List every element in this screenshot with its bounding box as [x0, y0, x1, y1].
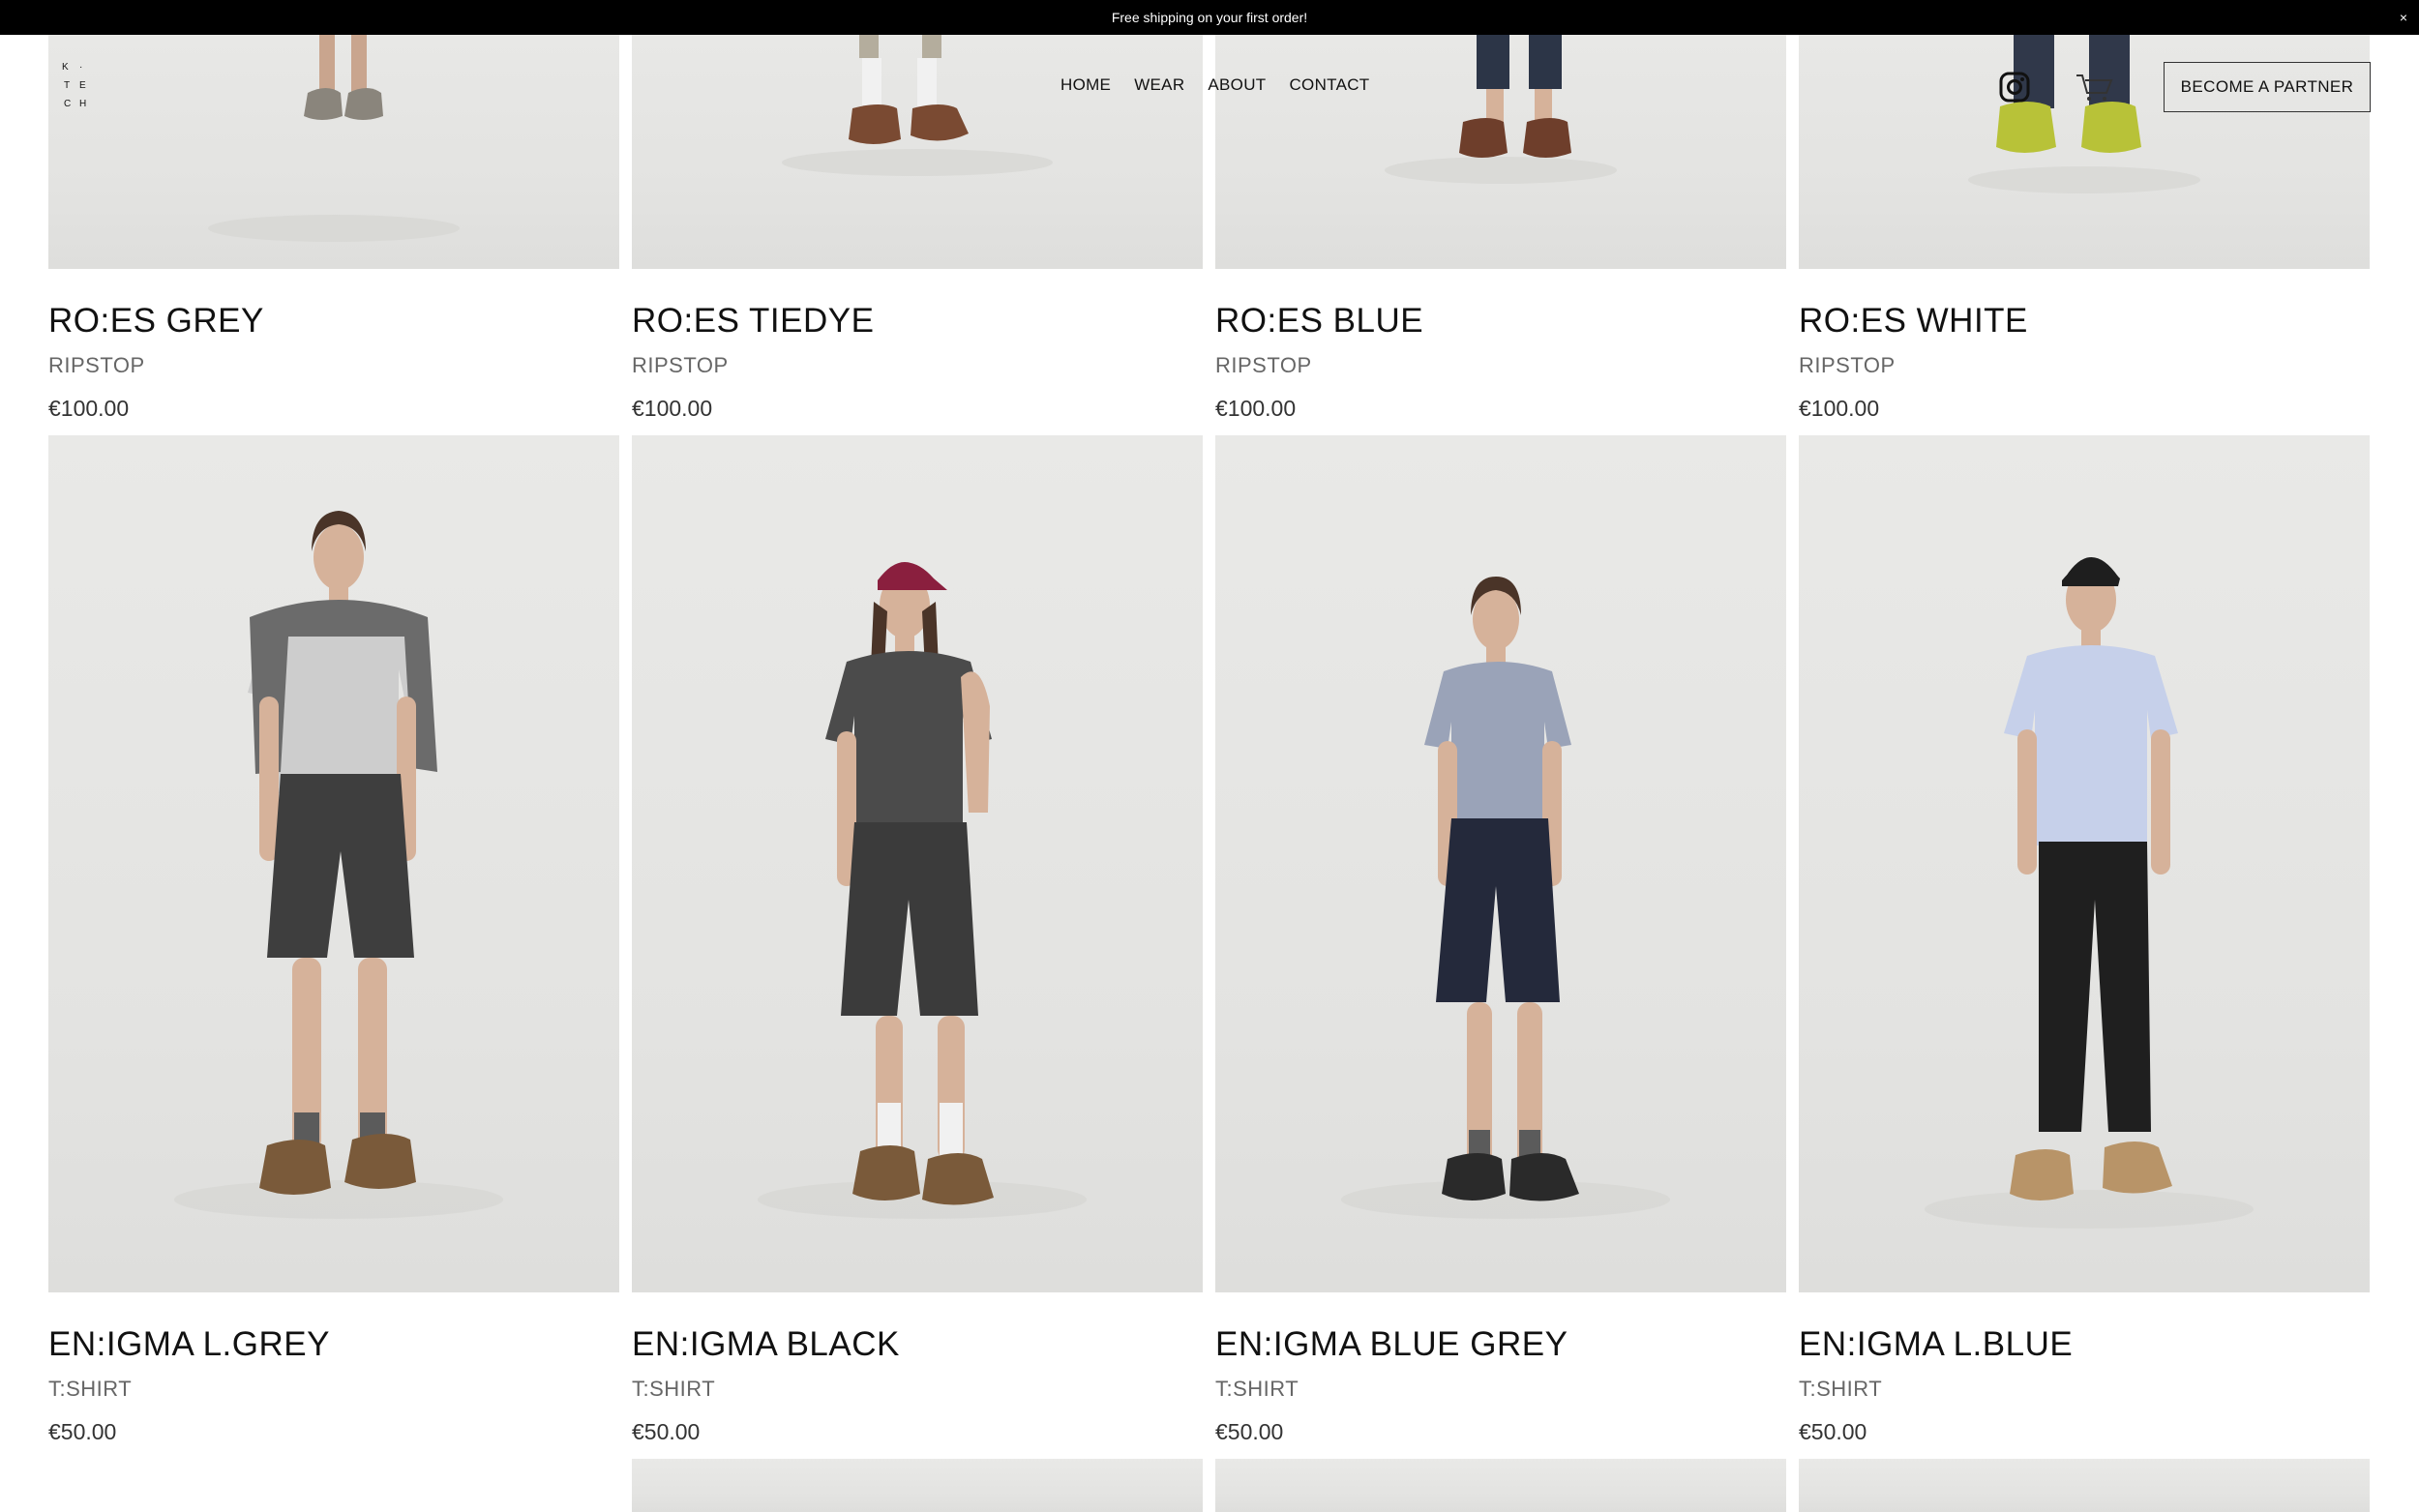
instagram-icon[interactable] — [1999, 72, 2030, 103]
product-name[interactable]: RO:ES GREY — [48, 302, 264, 341]
announcement-bar: Free shipping on your first order! × — [0, 0, 2419, 35]
product-photo[interactable] — [1215, 0, 1786, 269]
announcement-text: Free shipping on your first order! — [1111, 10, 1308, 25]
product-price: €100.00 — [1215, 396, 1297, 421]
logo-letter: K — [62, 62, 69, 73]
product-category: T:SHIRT — [632, 1377, 716, 1401]
product-name[interactable]: RO:ES BLUE — [1215, 302, 1423, 341]
product-price: €50.00 — [1799, 1419, 1867, 1444]
product-photo[interactable] — [632, 0, 1203, 269]
product-price: €50.00 — [48, 1419, 117, 1444]
product-photo[interactable] — [1799, 435, 2370, 1292]
product-photo[interactable] — [632, 435, 1203, 1292]
product-price: €100.00 — [48, 396, 130, 421]
product-category: RIPSTOP — [1215, 353, 1312, 377]
logo-letter: E — [79, 80, 86, 91]
product-category: RIPSTOP — [632, 353, 729, 377]
product-price: €100.00 — [632, 396, 713, 421]
product-category: T:SHIRT — [1215, 1377, 1299, 1401]
product-grid: RO:ES GREY RIPSTOP €100.00 RO:ES TIEDYE … — [0, 0, 2419, 1512]
product-price: €100.00 — [1799, 396, 1880, 421]
product-name[interactable]: EN:IGMA L.GREY — [48, 1325, 330, 1364]
product-price: €50.00 — [1215, 1419, 1284, 1444]
product-category: T:SHIRT — [1799, 1377, 1883, 1401]
product-photo[interactable] — [632, 1459, 1203, 1512]
product-photo[interactable] — [1799, 1459, 2370, 1512]
nav-contact[interactable]: CONTACT — [1289, 75, 1369, 95]
product-photo[interactable] — [48, 0, 619, 269]
nav-wear[interactable]: WEAR — [1134, 75, 1184, 95]
product-photo[interactable] — [1215, 1459, 1786, 1512]
product-name[interactable]: EN:IGMA L.BLUE — [1799, 1325, 2073, 1364]
product-category: RIPSTOP — [48, 353, 145, 377]
product-name[interactable]: RO:ES TIEDYE — [632, 302, 874, 341]
logo-letter: H — [79, 99, 87, 109]
product-name[interactable]: EN:IGMA BLACK — [632, 1325, 900, 1364]
product-photo[interactable] — [1799, 0, 2370, 269]
brand-logo[interactable]: K · T E C H — [62, 62, 91, 112]
product-photo[interactable] — [1215, 435, 1786, 1292]
nav-home[interactable]: HOME — [1060, 75, 1111, 95]
cart-icon[interactable] — [2075, 72, 2123, 103]
main-nav: HOME WEAR ABOUT CONTACT — [1060, 75, 1369, 95]
close-icon[interactable]: × — [2400, 0, 2407, 35]
logo-letter: C — [64, 99, 72, 109]
logo-letter: · — [79, 62, 83, 73]
logo-letter: T — [64, 80, 71, 91]
product-price: €50.00 — [632, 1419, 701, 1444]
product-name[interactable]: EN:IGMA BLUE GREY — [1215, 1325, 1568, 1364]
product-category: RIPSTOP — [1799, 353, 1896, 377]
nav-about[interactable]: ABOUT — [1208, 75, 1266, 95]
product-photo[interactable] — [48, 435, 619, 1292]
become-partner-button[interactable]: BECOME A PARTNER — [2164, 62, 2371, 112]
product-name[interactable]: RO:ES WHITE — [1799, 302, 2028, 341]
product-category: T:SHIRT — [48, 1377, 133, 1401]
